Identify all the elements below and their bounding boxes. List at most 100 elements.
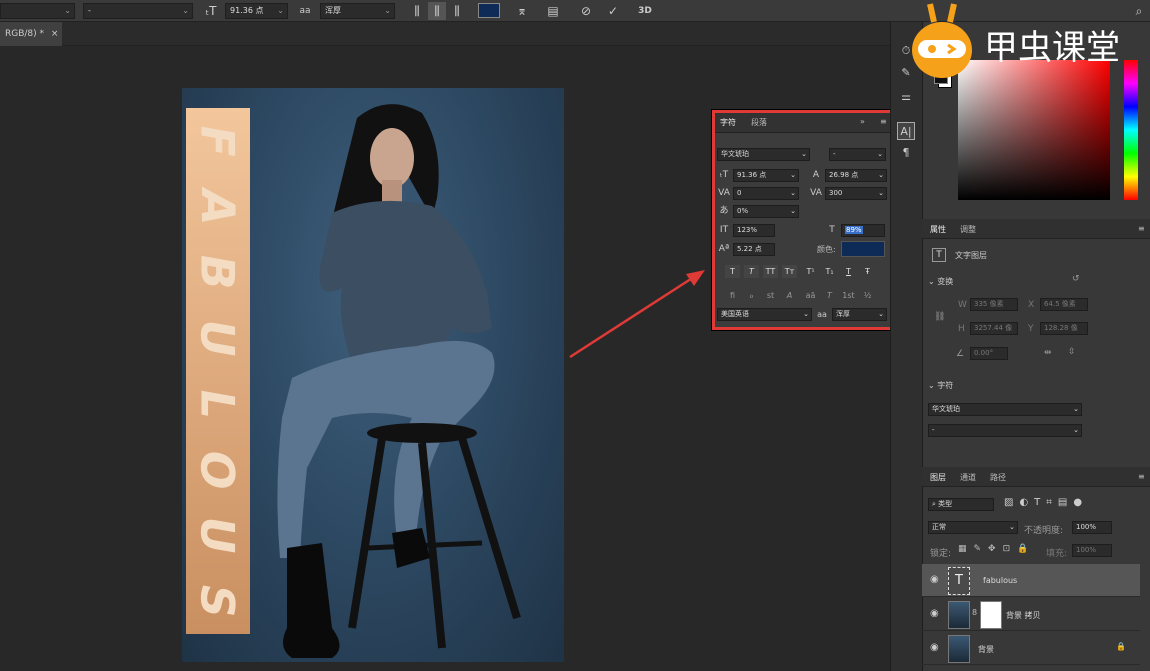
character-panel-header: 字符 段落 » ≡ [715, 113, 895, 133]
language-value: 美国英语 [721, 310, 749, 318]
char-color-swatch[interactable] [841, 241, 885, 257]
watermark-logo: 甲虫课堂 [912, 0, 1150, 80]
h-label: H [958, 324, 965, 334]
char-kerning-field[interactable]: 0 ⌄ [733, 187, 799, 200]
eye-icon[interactable]: ◉ [930, 574, 939, 585]
tab-properties[interactable]: 属性 [930, 224, 946, 235]
fill-field[interactable]: 100% [1072, 544, 1112, 557]
tab-layers[interactable]: 图层 [930, 472, 946, 483]
eye-icon[interactable]: ◉ [930, 642, 939, 653]
swash-button[interactable]: A [782, 289, 797, 302]
y-label: Y [1028, 324, 1034, 334]
char-tsume-field[interactable]: 0% ⌄ [733, 205, 799, 218]
tab-character[interactable]: 字符 [720, 117, 736, 128]
layer-filter-select[interactable]: ⌕ 类型 [928, 498, 994, 511]
eye-icon[interactable]: ◉ [930, 608, 939, 619]
char-leading-field[interactable]: 26.98 点 ⌄ [825, 169, 887, 182]
angle-field[interactable]: 0.00° [970, 347, 1008, 360]
character-panel-icon[interactable]: A| [897, 122, 915, 140]
faux-italic-button[interactable]: T [744, 265, 759, 278]
char-tracking-field[interactable]: 300 ⌄ [825, 187, 887, 200]
flip-horizontal-icon[interactable]: ⇹ [1044, 348, 1052, 358]
char-kerning-value: 0 [737, 189, 742, 197]
ligature-button[interactable]: fi [725, 289, 740, 302]
width-field[interactable]: 335 像素 [970, 298, 1018, 311]
panel-menu-icon[interactable]: ≡ [1138, 224, 1145, 233]
leading-icon: A [812, 170, 820, 180]
paragraph-panel-icon[interactable]: ¶ [897, 144, 915, 162]
opacity-field[interactable]: 100% [1072, 521, 1112, 534]
ordinals-button[interactable]: 1st [841, 289, 856, 302]
layer-name: 背景 [978, 645, 994, 654]
char-anti-alias-value: 浑厚 [836, 310, 850, 318]
collapse-icon[interactable]: » [860, 117, 865, 126]
char-size-value: 91.36 点 [737, 171, 767, 179]
beetle-logo-icon [912, 3, 972, 78]
char-section-label[interactable]: ⌄ 字符 [928, 380, 953, 391]
fractions-button[interactable]: ½ [860, 289, 875, 302]
faux-bold-button[interactable]: T [725, 265, 740, 278]
hue-slider[interactable] [1124, 60, 1138, 200]
props-font-style-value: - [932, 426, 935, 434]
annotation-arrow-head [686, 270, 705, 286]
old-style-button[interactable]: ℴ [744, 289, 759, 302]
underline-button[interactable]: T [841, 265, 856, 278]
image-thumbnail [948, 601, 970, 629]
link-icon: 8 [972, 608, 978, 617]
lock-icons[interactable]: ▦✎✥⊡🔒 [958, 544, 1035, 554]
panel-menu-icon[interactable]: ≡ [1138, 472, 1145, 481]
layer-filter-icons[interactable]: ▨◐T⌗▤● [1004, 497, 1088, 508]
height-field[interactable]: 3257.44 像 [970, 322, 1018, 335]
tab-paths[interactable]: 路径 [990, 472, 1006, 483]
adjust-sliders-icon[interactable]: ⚌ [897, 88, 915, 106]
mask-thumbnail [980, 601, 1002, 629]
y-field[interactable]: 128.28 像 [1040, 322, 1088, 335]
char-font-family-select[interactable]: 华文琥珀 ⌄ [717, 148, 810, 161]
char-anti-alias-select[interactable]: 浑厚 ⌄ [832, 308, 887, 321]
flip-vertical-icon[interactable]: ⇳ [1068, 347, 1076, 357]
panel-menu-icon[interactable]: ≡ [880, 117, 887, 126]
kerning-icon: VA [718, 188, 730, 198]
char-baseline-shift-field[interactable]: 5.22 点 [733, 243, 775, 256]
reset-icon[interactable]: ↺ [1072, 274, 1080, 284]
link-icon[interactable]: ⛓ [934, 312, 945, 322]
annotation-arrow-line [569, 273, 698, 359]
anti-alias-icon: aa [817, 310, 827, 319]
titling-button[interactable]: T [822, 289, 837, 302]
angle-icon: ∠ [956, 349, 965, 359]
tab-channels[interactable]: 通道 [960, 472, 976, 483]
props-font-style-select[interactable]: - ⌄ [928, 424, 1082, 437]
char-tracking-value: 300 [829, 189, 843, 197]
character-panel: 字符 段落 » ≡ 华文琥珀 ⌄ - ⌄ ₜT 91.36 点 ⌄ A 26.98 点… [712, 110, 898, 330]
language-select[interactable]: 美国英语 ⌄ [717, 308, 812, 321]
superscript-button[interactable]: T¹ [803, 265, 818, 278]
color-field[interactable] [958, 60, 1110, 200]
layer-row[interactable]: ◉ 背景 🔒 [922, 632, 1140, 665]
layer-row[interactable]: ◉ 8 背景 拷贝 [922, 598, 1140, 631]
watermark-text: 甲虫课堂 [984, 28, 1120, 68]
blend-mode-select[interactable]: 正常 ⌄ [928, 521, 1018, 534]
transform-section-label[interactable]: ⌄ 变换 [928, 276, 953, 287]
strikethrough-button[interactable]: Ŧ [860, 265, 875, 278]
small-caps-button[interactable]: Tт [782, 265, 797, 278]
discretionary-ligature-button[interactable]: st [763, 289, 778, 302]
x-field[interactable]: 64.5 像素 [1040, 298, 1088, 311]
char-font-style-select[interactable]: - ⌄ [829, 148, 886, 161]
tab-paragraph[interactable]: 段落 [751, 117, 767, 128]
layers-panel-header: 图层 通道 路径 ≡ [922, 467, 1150, 487]
stylistic-alternates-button[interactable]: aā [803, 289, 818, 302]
char-size-field[interactable]: 91.36 点 ⌄ [733, 169, 799, 182]
props-font-family-select[interactable]: 华文琥珀 ⌄ [928, 403, 1082, 416]
tab-adjustments[interactable]: 调整 [960, 224, 976, 235]
panel-icon-strip [890, 22, 922, 671]
fill-label: 填充: [1046, 549, 1068, 559]
layer-row[interactable]: ◉ T fabulous [922, 564, 1140, 597]
all-caps-button[interactable]: TT [763, 265, 778, 278]
text-layer-icon: T [932, 248, 946, 262]
char-baseline-shift-value: 5.22 点 [737, 245, 762, 253]
x-label: X [1028, 300, 1035, 310]
tsume-icon: あ [719, 206, 729, 216]
subscript-button[interactable]: T₁ [822, 265, 837, 278]
char-horizontal-scale-field[interactable]: 89% [841, 224, 885, 237]
char-vertical-scale-field[interactable]: 123% [733, 224, 775, 237]
